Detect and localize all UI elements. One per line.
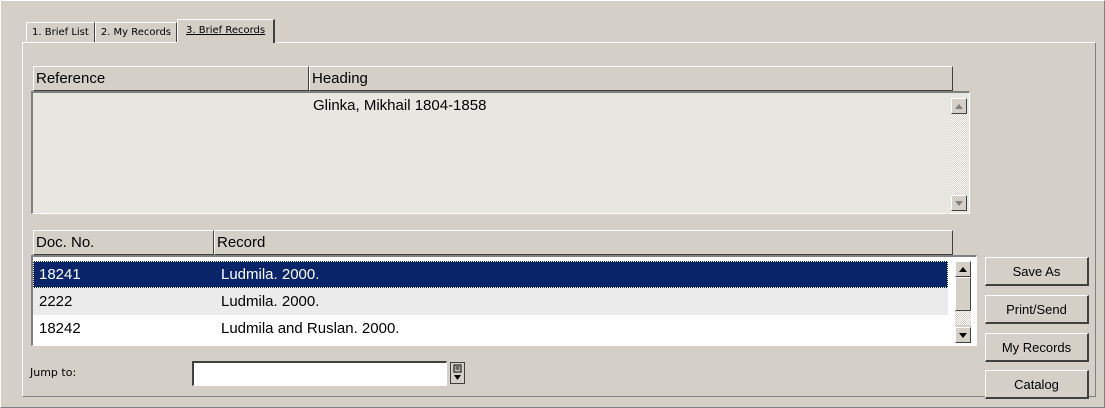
save-as-button[interactable]: Save As — [985, 257, 1089, 286]
catalog-button[interactable]: Catalog — [985, 370, 1089, 399]
column-header-reference[interactable]: Reference — [33, 66, 309, 91]
column-header-record[interactable]: Record — [214, 230, 953, 255]
list-picker-icon — [453, 364, 462, 380]
tab-brief-list[interactable]: 1. Brief List — [26, 22, 95, 43]
scroll-track[interactable] — [955, 311, 971, 325]
column-header-heading[interactable]: Heading — [309, 66, 953, 91]
doc-no-cell: 2222 — [39, 293, 73, 310]
arrow-down-icon — [955, 200, 963, 206]
table-row[interactable]: 18241 Ludmila. 2000. — [33, 261, 948, 288]
jump-to-input[interactable] — [192, 361, 447, 386]
table-row[interactable]: 2222 Ludmila. 2000. — [33, 288, 948, 315]
doc-no-cell: 18242 — [39, 320, 81, 337]
scroll-up-button[interactable] — [951, 98, 967, 114]
scroll-down-button[interactable] — [955, 327, 971, 343]
doc-no-cell: 18241 — [39, 266, 81, 283]
tab-my-records[interactable]: 2. My Records — [94, 22, 178, 43]
arrow-down-icon — [959, 332, 967, 338]
heading-list[interactable]: Glinka, Mikhail 1804-1858 — [31, 91, 970, 214]
arrow-up-icon — [959, 266, 967, 272]
record-cell: Ludmila and Ruslan. 2000. — [221, 320, 400, 337]
arrow-up-icon — [955, 103, 963, 109]
my-records-button[interactable]: My Records — [985, 333, 1089, 362]
heading-table-header: Reference Heading — [33, 66, 953, 91]
jump-to-button[interactable] — [450, 362, 465, 384]
heading-cell[interactable]: Glinka, Mikhail 1804-1858 — [313, 97, 486, 114]
record-cell: Ludmila. 2000. — [221, 266, 320, 283]
tab-bar: 1. Brief List 2. My Records 3. Brief Rec… — [26, 19, 276, 43]
heading-scrollbar[interactable] — [951, 98, 967, 211]
records-list[interactable]: 18241 Ludmila. 2000. 2222 Ludmila. 2000.… — [31, 255, 977, 346]
print-send-button[interactable]: Print/Send — [985, 295, 1089, 324]
records-table-header: Doc. No. Record — [33, 230, 953, 255]
record-cell: Ludmila. 2000. — [221, 293, 320, 310]
records-scrollbar[interactable] — [955, 261, 971, 343]
scroll-up-button[interactable] — [955, 261, 971, 277]
jump-to-label: Jump to: — [30, 366, 77, 379]
column-header-doc-no[interactable]: Doc. No. — [33, 230, 214, 255]
scroll-thumb[interactable] — [955, 277, 971, 311]
scroll-down-button[interactable] — [951, 195, 967, 211]
table-row[interactable]: 18242 Ludmila and Ruslan. 2000. — [33, 315, 948, 342]
tab-brief-records[interactable]: 3. Brief Records — [177, 19, 276, 43]
